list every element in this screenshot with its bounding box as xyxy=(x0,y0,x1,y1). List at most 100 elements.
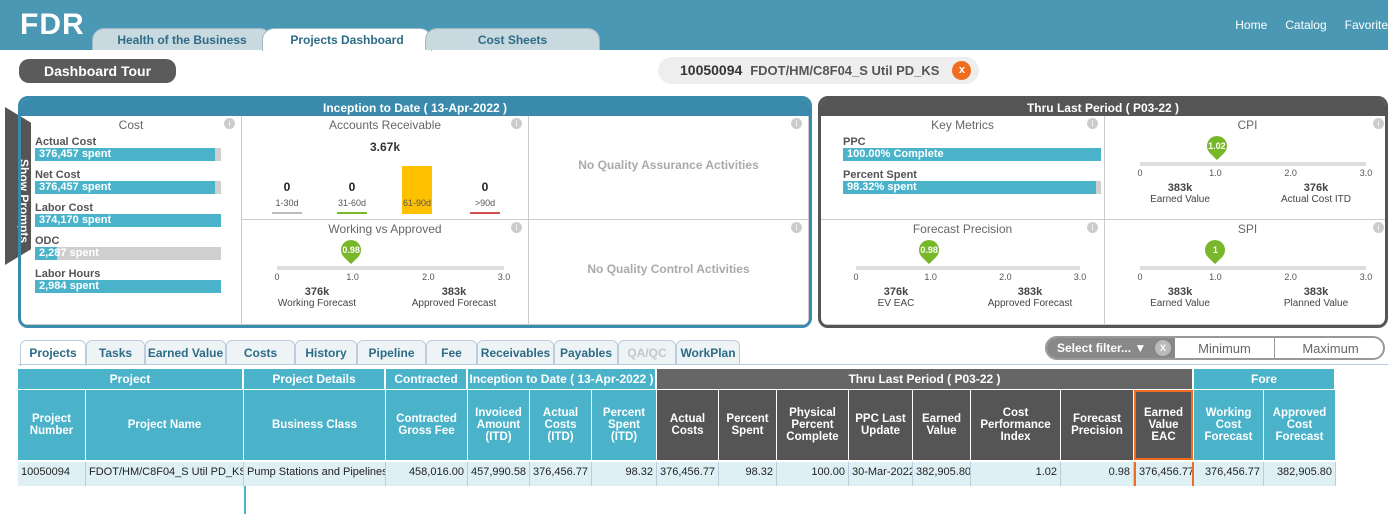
grid-cell[interactable]: Pump Stations and Pipelines xyxy=(244,462,386,486)
info-icon[interactable]: i xyxy=(791,222,802,233)
ar-value: 0 xyxy=(348,180,356,194)
grid-cell[interactable]: 10050094 xyxy=(18,462,86,486)
tab-tasks[interactable]: Tasks xyxy=(86,340,145,364)
grid-cell[interactable]: 376,456.77 xyxy=(657,462,719,486)
gauge-right-label: 383k Approved Forecast xyxy=(411,286,497,309)
column-header[interactable]: Actual Costs xyxy=(657,390,718,460)
grid-cell[interactable]: 457,990.58 xyxy=(468,462,530,486)
grid-group-header: Project Details xyxy=(244,369,384,389)
column-header[interactable]: Actual Costs (ITD) xyxy=(530,390,591,460)
grid-cell[interactable]: 376,456.77 xyxy=(530,462,592,486)
gauge-right-label: 376k Actual Cost ITD xyxy=(1280,182,1352,205)
clear-filter-icon[interactable]: X xyxy=(1155,340,1171,356)
tab-costs[interactable]: Costs xyxy=(226,340,295,364)
ar-total: 3.67k xyxy=(369,140,401,154)
tab-pipeline[interactable]: Pipeline xyxy=(357,340,426,364)
gauge-tick: 1.0 xyxy=(346,272,359,282)
itd-title: Inception to Date ( 13-Apr-2022 ) xyxy=(21,99,809,116)
ar-bucket-label: 61-90d xyxy=(402,198,432,208)
metric-bar: 2,984 spent xyxy=(35,280,221,293)
nav-home[interactable]: Home xyxy=(1235,18,1267,32)
grid-cell[interactable]: 376,456.77 xyxy=(1194,462,1264,486)
grid-cell[interactable]: 30-Mar-2022 xyxy=(849,462,913,486)
column-header[interactable]: Project Name xyxy=(86,390,243,460)
grid-cell[interactable]: 1.02 xyxy=(971,462,1061,486)
accounts-receivable-card: Accounts Receivable i 3.67k 0 1-30d 0 31-60… xyxy=(242,116,529,220)
grid-cell[interactable]: 458,016.00 xyxy=(386,462,468,486)
gauge-right-label: 383k Planned Value xyxy=(1283,286,1349,309)
tab-cost-sheets[interactable]: Cost Sheets xyxy=(425,28,600,50)
column-header[interactable]: Forecast Precision xyxy=(1061,390,1133,460)
gauge-tick: 3.0 xyxy=(1359,168,1373,178)
ar-bar[interactable] xyxy=(470,212,500,214)
tab-receivables[interactable]: Receivables xyxy=(477,340,554,364)
metric-fill: 376,457 spent xyxy=(35,181,216,194)
info-icon[interactable]: i xyxy=(511,118,522,129)
grid-cell[interactable]: 382,905.80 xyxy=(1264,462,1336,486)
column-header[interactable]: Cost Performance Index xyxy=(971,390,1060,460)
ar-bucket-label: >90d xyxy=(474,198,496,208)
gauge-tick: 3.0 xyxy=(1073,272,1087,282)
nav-catalog[interactable]: Catalog xyxy=(1285,18,1326,32)
column-header[interactable]: Working Cost Forecast xyxy=(1194,390,1263,460)
tab-qa-qc[interactable]: QA/QC xyxy=(618,340,676,364)
tab-projects[interactable]: Projects xyxy=(20,340,86,366)
column-header[interactable]: Percent Spent (ITD) xyxy=(592,390,656,460)
grid-cell[interactable]: 98.32 xyxy=(592,462,657,486)
column-header[interactable]: Business Class xyxy=(244,390,385,460)
grid-cell[interactable]: 98.32 xyxy=(719,462,777,486)
grid-cell[interactable]: 376,456.77 xyxy=(1134,462,1194,486)
column-header[interactable]: Project Number xyxy=(18,390,85,460)
gauge-track xyxy=(1140,266,1366,270)
metric-3: ODC 2,287 spent xyxy=(21,235,241,260)
tab-workplan[interactable]: WorkPlan xyxy=(676,340,740,364)
column-header[interactable]: Contracted Gross Fee xyxy=(386,390,467,460)
gauge-tick: 2.0 xyxy=(1284,272,1297,282)
key-metrics-card: Key Metrics i PPC 100.00% Complete Percen… xyxy=(821,116,1105,220)
top-bar: FDR Health of the Business Projects Dash… xyxy=(0,0,1388,51)
ar-bar[interactable] xyxy=(272,212,302,214)
gauge-tick: 0 xyxy=(1137,272,1143,282)
column-resize-handle[interactable] xyxy=(244,486,246,514)
column-header[interactable]: Physical Percent Complete xyxy=(777,390,848,460)
tlp-title: Thru Last Period ( P03-22 ) xyxy=(821,99,1385,116)
filter-maximum-input[interactable]: Maximum xyxy=(1276,338,1385,358)
info-icon[interactable]: i xyxy=(791,118,802,129)
gauge-tick: 1.0 xyxy=(1209,168,1222,178)
tab-history[interactable]: History xyxy=(295,340,357,364)
ar-value: 0 xyxy=(283,180,291,194)
project-number: 10050094 xyxy=(680,62,743,78)
tab-health-of-business[interactable]: Health of the Business xyxy=(92,28,272,50)
column-header[interactable]: Invoiced Amount (ITD) xyxy=(468,390,529,460)
close-project-icon[interactable]: x xyxy=(952,61,972,80)
info-icon[interactable]: i xyxy=(1087,118,1098,129)
metric-bar: 100.00% Complete xyxy=(843,148,1101,161)
grid-cell[interactable]: 382,905.80 xyxy=(913,462,971,486)
gauge-tick: 3.0 xyxy=(497,272,511,282)
qc-empty-text: No Quality Control Activities xyxy=(587,262,750,276)
nav-favorites[interactable]: Favorite xyxy=(1345,18,1388,32)
gauge-tick: 0 xyxy=(853,272,859,282)
tab-projects-dashboard[interactable]: Projects Dashboard xyxy=(262,28,432,51)
gauge-left-label: 376k Working Forecast xyxy=(277,286,357,309)
gauge-left-label: 383k Earned Value xyxy=(1150,182,1210,205)
info-icon[interactable]: i xyxy=(224,118,235,129)
metric-label: Net Cost xyxy=(35,169,81,181)
tab-payables[interactable]: Payables xyxy=(554,340,618,364)
tab-fee[interactable]: Fee xyxy=(426,340,477,364)
tab-earned-value[interactable]: Earned Value xyxy=(145,340,226,364)
column-header[interactable]: Earned Value xyxy=(913,390,970,460)
dashboard-tour-button[interactable]: Dashboard Tour xyxy=(19,59,176,83)
ar-bar[interactable] xyxy=(337,212,367,214)
column-header[interactable]: PPC Last Update xyxy=(849,390,912,460)
column-header[interactable]: Percent Spent xyxy=(719,390,776,460)
grid-cell[interactable]: 100.00 xyxy=(777,462,849,486)
grid-cell[interactable]: 0.98 xyxy=(1061,462,1134,486)
grid-group-header: Contracted xyxy=(386,369,466,389)
gauge-tick: 1.0 xyxy=(1209,272,1222,282)
grid-cell[interactable]: FDOT/HM/C8F04_S Util PD_KS xyxy=(86,462,244,486)
metric-0: PPC 100.00% Complete xyxy=(821,136,1104,161)
column-header[interactable]: Earned Value EAC xyxy=(1134,390,1193,460)
filter-minimum-input[interactable]: Minimum xyxy=(1175,338,1275,358)
column-header[interactable]: Approved Cost Forecast xyxy=(1264,390,1335,460)
